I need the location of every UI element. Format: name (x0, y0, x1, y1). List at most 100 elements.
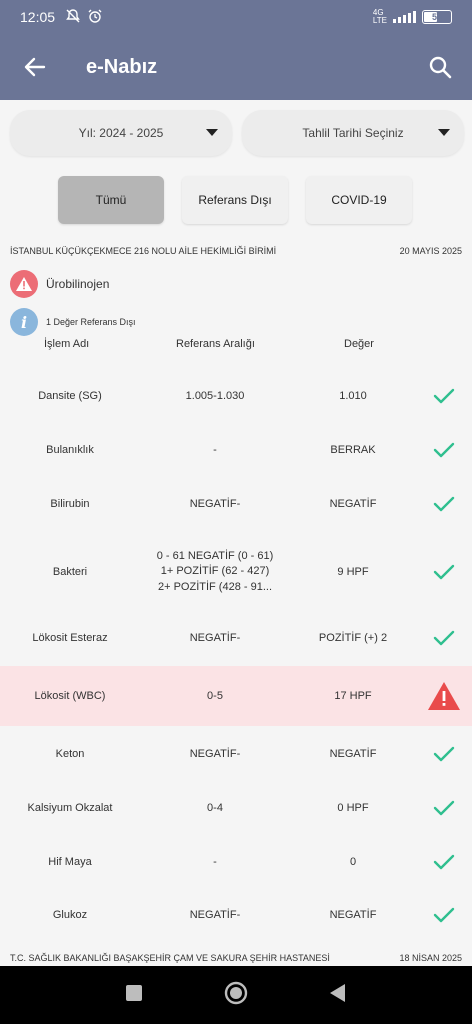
check-icon (416, 478, 472, 530)
header-value: Değer (344, 338, 374, 350)
row-name: Glukoz (52, 909, 88, 921)
row-name: Lökosit Esteraz (32, 632, 108, 644)
app-bar: e-Nabız (0, 34, 472, 100)
row-reference: NEGATİF- (189, 498, 241, 510)
back-button[interactable] (0, 34, 70, 100)
search-button[interactable] (422, 49, 458, 85)
next-lab-header: T.C. SAĞLIK BAKANLIĞI BAŞAKŞEHİR ÇAM VE … (10, 953, 462, 963)
row-value: NEGATİF (329, 748, 377, 760)
row-value: POZİTİF (+) 2 (318, 632, 388, 644)
row-reference: 0-4 (207, 802, 223, 814)
recents-button[interactable] (125, 984, 143, 1007)
row-value: 0 HPF (337, 802, 369, 814)
year-dropdown-label: Yıl: 2024 - 2025 (78, 126, 164, 140)
table-row[interactable]: Keton NEGATİF- NEGATİF (0, 728, 472, 780)
table-row[interactable]: Lökosit Esteraz NEGATİF- POZİTİF (+) 2 (0, 612, 472, 664)
lab-header: İSTANBUL KÜÇÜKÇEKMECE 216 NOLU AİLE HEKİ… (10, 246, 462, 256)
row-value: 0 (349, 856, 357, 868)
row-reference: NEGATİF- (189, 632, 241, 644)
table-row-flagged[interactable]: Lökosit (WBC) 0-5 17 HPF (0, 666, 472, 726)
filter-tabs: Tümü Referans Dışı COVID-19 (58, 176, 412, 224)
battery-icon: 55 (422, 10, 452, 24)
warning-triangle-icon (416, 666, 472, 726)
row-name: Bilirubin (50, 498, 90, 510)
home-button[interactable] (224, 981, 248, 1010)
reference-line: 1+ POZİTİF (62 - 427) (160, 565, 270, 578)
row-reference: NEGATİF- (189, 748, 241, 760)
date-dropdown[interactable]: Tahlil Tarihi Seçiniz (242, 110, 464, 156)
network-type: 4G LTE (372, 8, 387, 25)
next-lab-date: 18 NİSAN 2025 (399, 953, 462, 963)
header-name: İşlem Adı (44, 338, 90, 350)
reference-line: 2+ POZİTİF (428 - 91... (157, 580, 272, 593)
flag-test-name: Ürobilinojen (46, 277, 110, 291)
row-reference: 1.005-1.030 (185, 390, 245, 402)
filters: Yıl: 2024 - 2025 Tahlil Tarihi Seçiniz (10, 110, 464, 156)
check-icon (416, 836, 472, 888)
row-value: 1.010 (339, 390, 367, 402)
check-icon (416, 612, 472, 664)
flag-summary: i 1 Değer Referans Dışı (10, 308, 136, 336)
table-row[interactable]: Bulanıklık - BERRAK (0, 424, 472, 476)
tab-covid[interactable]: COVID-19 (306, 176, 412, 224)
warning-icon (10, 270, 38, 298)
row-reference: 0-5 (207, 690, 223, 702)
year-dropdown[interactable]: Yıl: 2024 - 2025 (10, 110, 232, 156)
table-row[interactable]: Kalsiyum Okzalat 0-4 0 HPF (0, 782, 472, 834)
reference-line: 0 - 61 NEGATİF (0 - 61) (156, 549, 274, 562)
table-row[interactable]: Hif Maya - 0 (0, 836, 472, 888)
row-reference: NEGATİF- (189, 909, 241, 921)
signal-icon (393, 11, 416, 23)
caret-down-icon (438, 129, 450, 136)
date-dropdown-label: Tahlil Tarihi Seçiniz (302, 126, 404, 140)
bell-muted-icon (65, 8, 81, 27)
row-value: BERRAK (330, 444, 376, 456)
alarm-icon (87, 8, 103, 27)
search-icon (429, 56, 452, 79)
check-icon (416, 782, 472, 834)
arrow-left-icon (24, 57, 46, 77)
check-icon (416, 370, 472, 422)
check-icon (416, 728, 472, 780)
tab-out-of-range[interactable]: Referans Dışı (182, 176, 288, 224)
home-circle-icon (224, 981, 248, 1004)
tab-all[interactable]: Tümü (58, 176, 164, 224)
caret-down-icon (206, 129, 218, 136)
lab-date: 20 MAYIS 2025 (399, 246, 462, 256)
check-icon (416, 532, 472, 612)
row-name: Bakteri (52, 566, 88, 578)
back-nav-button[interactable] (329, 983, 347, 1008)
table-header: İşlem Adı Referans Aralığı Değer (0, 338, 472, 358)
table-row[interactable]: Bakteri 0 - 61 NEGATİF (0 - 61) 1+ POZİT… (0, 532, 472, 612)
flag-test[interactable]: Ürobilinojen (10, 270, 109, 298)
table-row[interactable]: Glukoz NEGATİF- NEGATİF (0, 890, 472, 940)
triangle-back-icon (329, 983, 345, 1002)
square-icon (126, 984, 143, 1001)
row-name: Dansite (SG) (38, 390, 102, 402)
lab-name: İSTANBUL KÜÇÜKÇEKMECE 216 NOLU AİLE HEKİ… (10, 246, 277, 256)
page-title: e-Nabız (86, 55, 158, 78)
table-row[interactable]: Dansite (SG) 1.005-1.030 1.010 (0, 370, 472, 422)
check-icon (416, 890, 472, 940)
row-value: NEGATİF (329, 498, 377, 510)
row-name: Keton (55, 748, 85, 760)
check-icon (416, 424, 472, 476)
info-icon: i (10, 308, 38, 336)
status-bar: 12:05 4G LTE 55 (0, 0, 472, 34)
row-value: 17 HPF (334, 690, 372, 702)
row-name: Kalsiyum Okzalat (27, 802, 113, 814)
system-nav-bar (0, 966, 472, 1024)
row-name: Lökosit (WBC) (34, 690, 106, 702)
next-lab-name: T.C. SAĞLIK BAKANLIĞI BAŞAKŞEHİR ÇAM VE … (10, 953, 330, 963)
row-reference: - (213, 444, 217, 456)
header-reference: Referans Aralığı (176, 338, 255, 350)
row-name: Bulanıklık (46, 444, 94, 456)
flag-summary-text: 1 Değer Referans Dışı (46, 317, 136, 327)
row-reference: 0 - 61 NEGATİF (0 - 61) 1+ POZİTİF (62 -… (140, 532, 290, 612)
row-reference: - (213, 856, 217, 868)
row-value: NEGATİF (329, 909, 377, 921)
row-name: Hif Maya (48, 856, 92, 868)
row-value: 9 HPF (337, 566, 369, 578)
status-time: 12:05 (20, 9, 56, 25)
table-row[interactable]: Bilirubin NEGATİF- NEGATİF (0, 478, 472, 530)
